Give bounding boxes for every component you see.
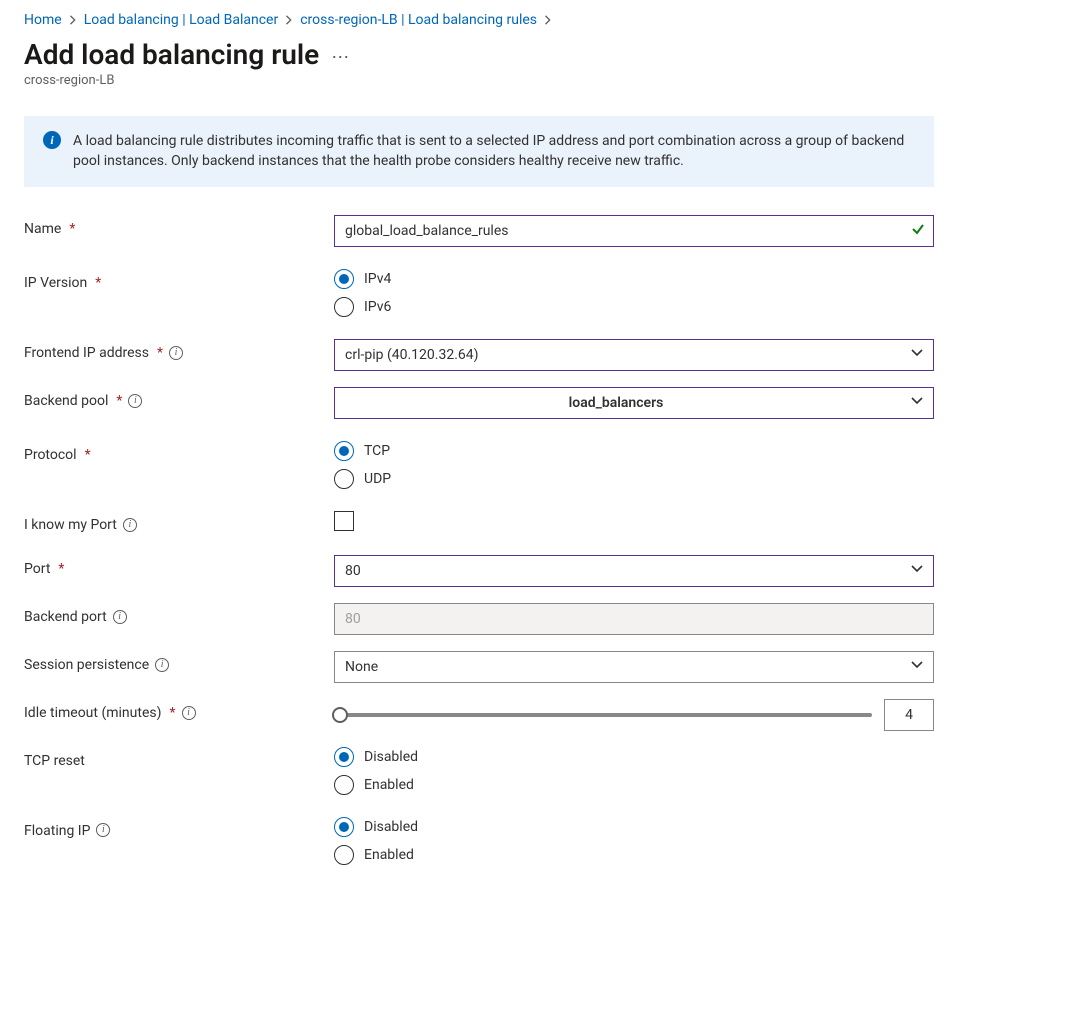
backend-port-input: 80 bbox=[334, 603, 934, 635]
protocol-udp-label: UDP bbox=[364, 471, 391, 487]
required-indicator: * bbox=[95, 275, 101, 291]
know-port-checkbox[interactable] bbox=[334, 511, 354, 531]
name-label: Name bbox=[24, 221, 61, 237]
know-port-label: I know my Port bbox=[24, 517, 117, 533]
page-subtitle: cross-region-LB bbox=[24, 73, 1054, 88]
floating-ip-radio-group: Disabled Enabled bbox=[334, 817, 934, 865]
info-icon[interactable]: i bbox=[113, 610, 127, 624]
checkmark-icon bbox=[911, 222, 925, 240]
radio-icon bbox=[334, 269, 354, 289]
tcp-reset-enabled-label: Enabled bbox=[364, 777, 414, 793]
protocol-tcp[interactable]: TCP bbox=[334, 441, 934, 461]
ip-version-ipv6-label: IPv6 bbox=[364, 299, 391, 315]
frontend-ip-value: crl-pip (40.120.32.64) bbox=[345, 347, 479, 363]
ip-version-ipv4-label: IPv4 bbox=[364, 271, 391, 287]
info-icon[interactable]: i bbox=[128, 394, 142, 408]
info-icon[interactable]: i bbox=[169, 346, 183, 360]
backend-port-value: 80 bbox=[345, 611, 361, 627]
info-banner-text: A load balancing rule distributes incomi… bbox=[73, 131, 915, 172]
chevron-right-icon bbox=[284, 15, 294, 25]
ip-version-ipv6[interactable]: IPv6 bbox=[334, 297, 934, 317]
chevron-down-icon bbox=[911, 395, 923, 411]
ip-version-radio-group: IPv4 IPv6 bbox=[334, 269, 934, 317]
frontend-ip-label: Frontend IP address bbox=[24, 345, 149, 361]
breadcrumb-load-balancing[interactable]: Load balancing | Load Balancer bbox=[84, 12, 279, 28]
name-input[interactable]: global_load_balance_rules bbox=[334, 215, 934, 247]
tcp-reset-enabled[interactable]: Enabled bbox=[334, 775, 934, 795]
info-icon[interactable]: i bbox=[96, 823, 110, 837]
breadcrumb-cross-region-lb-rules[interactable]: cross-region-LB | Load balancing rules bbox=[300, 12, 537, 28]
session-persistence-select[interactable]: None bbox=[334, 651, 934, 683]
port-label: Port bbox=[24, 561, 50, 577]
frontend-ip-select[interactable]: crl-pip (40.120.32.64) bbox=[334, 339, 934, 371]
protocol-tcp-label: TCP bbox=[364, 443, 390, 459]
chevron-down-icon bbox=[911, 659, 923, 675]
slider-thumb[interactable] bbox=[332, 707, 348, 723]
info-icon[interactable]: i bbox=[182, 706, 196, 720]
idle-timeout-label: Idle timeout (minutes) bbox=[24, 705, 161, 721]
protocol-label: Protocol bbox=[24, 447, 77, 463]
chevron-down-icon bbox=[911, 563, 923, 579]
chevron-right-icon bbox=[543, 15, 553, 25]
idle-timeout-value-input[interactable]: 4 bbox=[884, 699, 934, 731]
info-icon[interactable]: i bbox=[123, 518, 137, 532]
required-indicator: * bbox=[85, 447, 91, 463]
tcp-reset-label: TCP reset bbox=[24, 753, 85, 769]
page-title: Add load balancing rule bbox=[24, 38, 319, 71]
radio-icon bbox=[334, 817, 354, 837]
chevron-right-icon bbox=[68, 15, 78, 25]
session-persistence-value: None bbox=[345, 659, 378, 675]
tcp-reset-disabled-label: Disabled bbox=[364, 749, 418, 765]
ip-version-label: IP Version bbox=[24, 275, 87, 291]
floating-ip-disabled-label: Disabled bbox=[364, 819, 418, 835]
idle-timeout-slider[interactable] bbox=[334, 713, 872, 717]
idle-timeout-value: 4 bbox=[905, 707, 913, 723]
backend-pool-value: load_balancers bbox=[345, 395, 911, 411]
radio-icon bbox=[334, 845, 354, 865]
ip-version-ipv4[interactable]: IPv4 bbox=[334, 269, 934, 289]
radio-icon bbox=[334, 441, 354, 461]
session-persistence-label: Session persistence bbox=[24, 657, 149, 673]
breadcrumb-home[interactable]: Home bbox=[24, 12, 62, 28]
backend-pool-select[interactable]: load_balancers bbox=[334, 387, 934, 419]
backend-port-label: Backend port bbox=[24, 609, 107, 625]
more-actions-button[interactable]: ⋯ bbox=[331, 37, 349, 68]
protocol-radio-group: TCP UDP bbox=[334, 441, 934, 489]
required-indicator: * bbox=[157, 345, 163, 361]
required-indicator: * bbox=[69, 221, 75, 237]
backend-pool-label: Backend pool bbox=[24, 393, 108, 409]
breadcrumb: Home Load balancing | Load Balancer cros… bbox=[24, 12, 1054, 28]
protocol-udp[interactable]: UDP bbox=[334, 469, 934, 489]
floating-ip-disabled[interactable]: Disabled bbox=[334, 817, 934, 837]
radio-icon bbox=[334, 469, 354, 489]
chevron-down-icon bbox=[911, 347, 923, 363]
radio-icon bbox=[334, 775, 354, 795]
info-icon[interactable]: i bbox=[155, 658, 169, 672]
port-value: 80 bbox=[345, 563, 361, 579]
tcp-reset-radio-group: Disabled Enabled bbox=[334, 747, 934, 795]
info-icon: i bbox=[43, 131, 61, 149]
name-input-value: global_load_balance_rules bbox=[345, 223, 508, 239]
port-select[interactable]: 80 bbox=[334, 555, 934, 587]
info-banner: i A load balancing rule distributes inco… bbox=[24, 116, 934, 187]
floating-ip-enabled[interactable]: Enabled bbox=[334, 845, 934, 865]
required-indicator: * bbox=[116, 393, 122, 409]
floating-ip-label: Floating IP bbox=[24, 823, 90, 839]
required-indicator: * bbox=[58, 561, 64, 577]
radio-icon bbox=[334, 747, 354, 767]
required-indicator: * bbox=[169, 705, 175, 721]
floating-ip-enabled-label: Enabled bbox=[364, 847, 414, 863]
tcp-reset-disabled[interactable]: Disabled bbox=[334, 747, 934, 767]
radio-icon bbox=[334, 297, 354, 317]
